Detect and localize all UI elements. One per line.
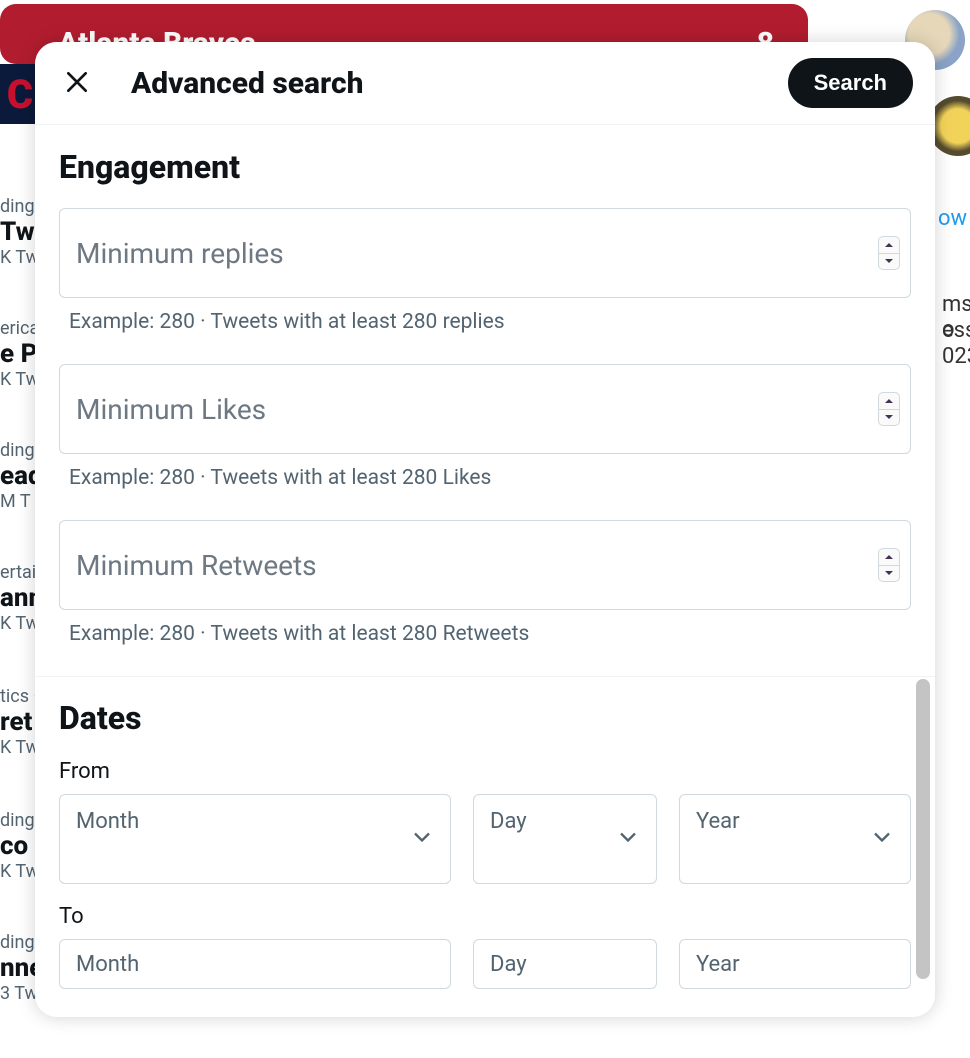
- min-replies-field[interactable]: Minimum replies: [59, 208, 911, 298]
- stepper-up-icon[interactable]: [879, 549, 899, 566]
- select-label: Year: [696, 809, 740, 834]
- select-label: Month: [76, 952, 139, 977]
- divider: [35, 124, 935, 125]
- dates-section-title: Dates: [59, 699, 911, 737]
- min-retweets-helper: Example: 280 · Tweets with at least 280 …: [69, 622, 911, 646]
- select-label: Day: [490, 952, 527, 977]
- number-stepper[interactable]: [878, 548, 900, 582]
- modal-title: Advanced search: [131, 66, 754, 101]
- to-date-row: Month Day Year: [59, 939, 911, 989]
- stepper-down-icon[interactable]: [879, 254, 899, 270]
- chevron-down-icon: [868, 823, 896, 855]
- chevron-down-icon: [408, 823, 436, 855]
- min-retweets-field[interactable]: Minimum Retweets: [59, 520, 911, 610]
- stepper-up-icon[interactable]: [879, 237, 899, 254]
- from-date-row: Month Day Year: [59, 794, 911, 884]
- search-button[interactable]: Search: [788, 58, 913, 108]
- close-button[interactable]: [57, 63, 97, 103]
- select-label: Month: [76, 809, 139, 834]
- select-label: Day: [490, 809, 527, 834]
- select-label: Year: [696, 952, 740, 977]
- from-day-select[interactable]: Day: [473, 794, 657, 884]
- to-day-select[interactable]: Day: [473, 939, 657, 989]
- stepper-down-icon[interactable]: [879, 566, 899, 582]
- to-year-select[interactable]: Year: [679, 939, 911, 989]
- modal-header: Advanced search Search: [35, 42, 935, 124]
- min-likes-field[interactable]: Minimum Likes: [59, 364, 911, 454]
- to-month-select[interactable]: Month: [59, 939, 451, 989]
- from-label: From: [59, 759, 911, 784]
- engagement-section-title: Engagement: [59, 148, 911, 186]
- min-likes-helper: Example: 280 · Tweets with at least 280 …: [69, 466, 911, 490]
- advanced-search-modal: Advanced search Search Engagement Minimu…: [35, 42, 935, 1017]
- min-replies-helper: Example: 280 · Tweets with at least 280 …: [69, 310, 911, 334]
- modal-body: Engagement Minimum replies Example: 280 …: [35, 148, 935, 1017]
- modal-overlay: Advanced search Search Engagement Minimu…: [0, 0, 970, 1058]
- section-divider: [35, 676, 935, 677]
- number-stepper[interactable]: [878, 392, 900, 426]
- number-stepper[interactable]: [878, 236, 900, 270]
- stepper-up-icon[interactable]: [879, 393, 899, 410]
- to-label: To: [59, 904, 911, 929]
- close-icon: [64, 69, 90, 98]
- from-month-select[interactable]: Month: [59, 794, 451, 884]
- chevron-down-icon: [614, 823, 642, 855]
- scrollbar-thumb[interactable]: [916, 679, 930, 979]
- from-year-select[interactable]: Year: [679, 794, 911, 884]
- stepper-down-icon[interactable]: [879, 410, 899, 426]
